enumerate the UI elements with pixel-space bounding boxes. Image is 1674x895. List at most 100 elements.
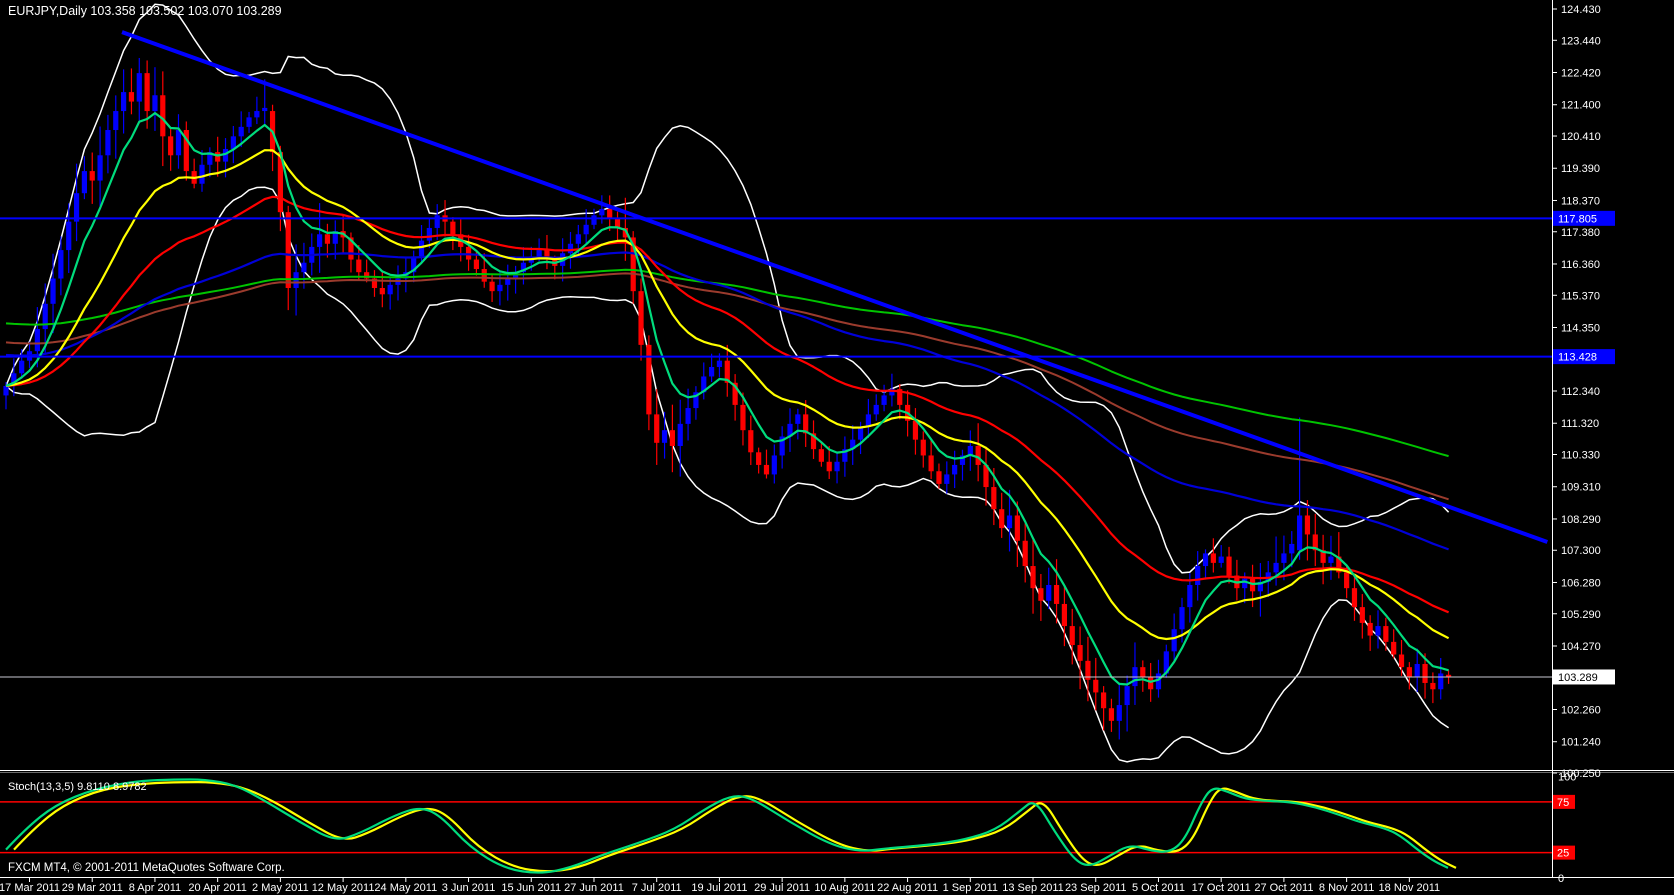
candle-bear	[1368, 623, 1373, 636]
price-tick-label: 115.370	[1561, 290, 1600, 302]
candle-bull	[66, 222, 71, 250]
price-tick-label: 118.370	[1561, 195, 1600, 207]
candle-bull	[881, 395, 886, 404]
candle-bull	[1172, 629, 1177, 651]
candle-bull	[262, 108, 267, 111]
candle-bull	[3, 386, 8, 395]
candle-bull	[1273, 563, 1278, 572]
candle-bear	[748, 430, 753, 452]
date-tick-label: 19 Jul 2011	[691, 882, 747, 894]
candle-bull	[709, 367, 714, 376]
candle-bear	[654, 414, 659, 442]
price-tick-label: 112.340	[1561, 386, 1600, 398]
candle-bear	[1015, 515, 1020, 540]
candle-bear	[1054, 585, 1059, 604]
date-tick-label: 23 Sep 2011	[1065, 882, 1127, 894]
candle-bear	[1211, 553, 1216, 562]
candle-bear	[976, 446, 981, 465]
candle-bear	[740, 405, 745, 430]
candle-bull	[388, 285, 393, 294]
candle-bear	[921, 440, 926, 456]
candle-bull	[1195, 566, 1200, 585]
candle-bull	[1125, 686, 1130, 705]
chart-canvas[interactable]: 124.430123.440122.420121.400120.410119.3…	[0, 0, 1674, 895]
candle-bull	[50, 279, 55, 304]
price-tick-label: 109.310	[1561, 482, 1601, 494]
candle-bull	[176, 130, 181, 155]
candle-bear	[913, 421, 918, 440]
candle-bear	[1383, 626, 1388, 642]
date-tick-label: 2 May 2011	[252, 882, 309, 894]
candle-bear	[1038, 588, 1043, 601]
candle-bear	[474, 260, 479, 269]
price-tick-label: 124.430	[1561, 4, 1601, 16]
price-tick-label: 120.410	[1561, 131, 1601, 143]
candle-bull	[246, 117, 251, 126]
price-tick-label: 107.300	[1561, 545, 1601, 557]
candle-bear	[1430, 683, 1435, 689]
price-tick-label: 104.270	[1561, 641, 1601, 653]
candle-bull	[97, 155, 102, 180]
price-tick-label: 121.400	[1561, 100, 1601, 112]
candle-bull	[435, 215, 440, 228]
date-tick-label: 24 May 2011	[374, 882, 437, 894]
candle-bear	[1305, 515, 1310, 534]
date-tick-label: 29 Jul 2011	[754, 882, 810, 894]
candle-bull	[717, 361, 722, 367]
date-tick-label: 10 Aug 2011	[814, 882, 875, 894]
price-tick-label: 106.280	[1561, 577, 1601, 589]
candle-bull	[537, 250, 542, 256]
stoch-level-badge-label: 25	[1557, 848, 1569, 860]
copyright-label: FXCM MT4, © 2001-2011 MetaQuotes Softwar…	[8, 862, 285, 874]
candle-bull	[599, 209, 604, 215]
candle-bull	[1375, 626, 1380, 635]
candle-bull	[1156, 673, 1161, 689]
candle-bull	[1219, 557, 1224, 563]
candle-bear	[1344, 572, 1349, 588]
candle-bear	[1062, 604, 1067, 626]
candle-bull	[1046, 585, 1051, 601]
date-tick-label: 22 Aug 2011	[877, 882, 938, 894]
candle-bear	[145, 73, 150, 111]
candle-bear	[1407, 667, 1412, 676]
candle-bull	[505, 279, 510, 285]
candle-bull	[419, 241, 424, 257]
candle-bull	[795, 414, 800, 423]
candle-bear	[638, 291, 643, 345]
date-tick-label: 1 Sep 2011	[943, 882, 998, 894]
date-tick-label: 8 Nov 2011	[1319, 882, 1374, 894]
candle-bear	[1093, 680, 1098, 693]
candle-bear	[129, 92, 134, 101]
candle-bull	[584, 225, 589, 234]
candle-bull	[82, 171, 87, 193]
candle-bull	[952, 465, 957, 474]
candle-bear	[1140, 667, 1145, 676]
stoch-level-label: 100	[1558, 772, 1576, 784]
candle-bull	[1117, 705, 1122, 721]
candle-bear	[936, 471, 941, 484]
date-tick-label: 29 Mar 2011	[62, 882, 123, 894]
hline-price-badge-label: 113.428	[1558, 352, 1597, 364]
stoch-level-badge-label: 75	[1557, 797, 1569, 809]
candle-bull	[1187, 585, 1192, 607]
candle-bear	[1070, 626, 1075, 645]
candle-bull	[1328, 557, 1333, 563]
candle-bull	[944, 474, 949, 483]
candle-bear	[1109, 708, 1114, 721]
date-tick-label: 7 Jul 2011	[632, 882, 682, 894]
candle-bull	[239, 127, 244, 136]
candle-bear	[168, 136, 173, 155]
price-tick-label: 123.440	[1561, 35, 1601, 47]
stoch-level-label: 0	[1558, 873, 1564, 885]
candle-bull	[1297, 515, 1302, 550]
date-tick-label: 17 Oct 2011	[1192, 882, 1251, 894]
candle-bull	[662, 430, 667, 443]
candle-bull	[35, 329, 40, 351]
candle-bull	[1289, 544, 1294, 553]
mt4-chart-window: 124.430123.440122.420121.400120.410119.3…	[0, 0, 1674, 895]
date-tick-label: 5 Oct 2011	[1132, 882, 1185, 894]
candle-bear	[1077, 645, 1082, 661]
candle-bear	[1352, 588, 1357, 607]
candle-bull	[834, 462, 839, 471]
candle-bull	[427, 228, 432, 241]
